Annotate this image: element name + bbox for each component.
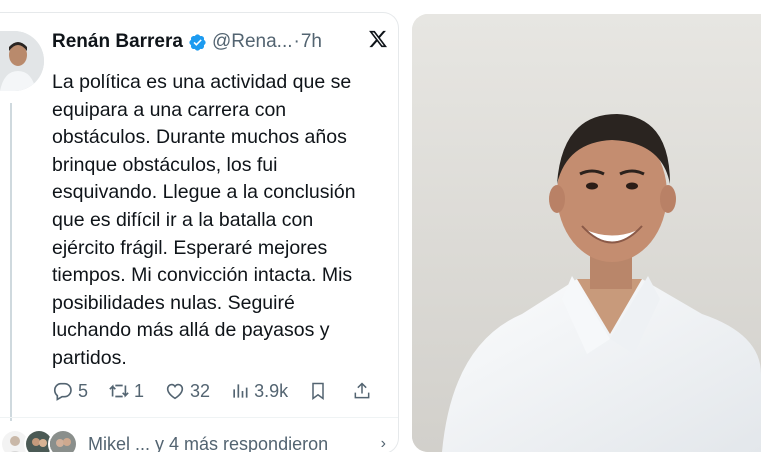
thread-line bbox=[10, 103, 12, 421]
bookmark-icon bbox=[312, 382, 324, 400]
separator-dot: · bbox=[293, 31, 300, 52]
replied-by-text: Mikel ... y 4 más respondieron bbox=[88, 433, 329, 454]
reply-avatar bbox=[48, 429, 78, 453]
like-button[interactable]: 32 bbox=[164, 380, 210, 402]
portrait-illustration bbox=[412, 14, 761, 452]
verified-badge-icon bbox=[189, 33, 206, 51]
bottom-strip bbox=[0, 452, 761, 458]
author-name[interactable]: Renán Barrera bbox=[52, 31, 183, 53]
x-logo-icon bbox=[369, 30, 388, 48]
tweet-card[interactable]: Renán Barrera @Rena... · 7h La política … bbox=[0, 12, 399, 454]
tweet-actions: 5 1 32 3.9k bbox=[52, 379, 392, 403]
tweet-time[interactable]: 7h bbox=[301, 31, 322, 53]
author-handle[interactable]: @Rena... bbox=[212, 31, 293, 53]
repost-button[interactable]: 1 bbox=[108, 380, 144, 402]
chevron-right-icon[interactable]: › bbox=[381, 435, 386, 453]
portrait-photo bbox=[412, 14, 761, 452]
divider bbox=[0, 417, 398, 418]
share-icon bbox=[354, 382, 370, 399]
bookmark-button[interactable] bbox=[308, 381, 332, 401]
like-count: 32 bbox=[190, 380, 211, 401]
reply-icon bbox=[53, 382, 72, 401]
repost-icon bbox=[109, 384, 129, 398]
replied-by-row[interactable]: Mikel ... y 4 más respondieron › bbox=[0, 429, 398, 454]
author-avatar[interactable] bbox=[0, 31, 44, 91]
views-button[interactable]: 3.9k bbox=[230, 381, 288, 402]
views-count: 3.9k bbox=[254, 380, 289, 401]
share-button[interactable] bbox=[352, 381, 376, 401]
reply-button[interactable]: 5 bbox=[52, 380, 88, 402]
repost-count: 1 bbox=[134, 380, 145, 401]
tweet-text: La política es una actividad que se equi… bbox=[52, 71, 356, 369]
reply-count: 5 bbox=[78, 380, 89, 401]
tweet-header: Renán Barrera @Rena... · 7h bbox=[52, 29, 388, 55]
heart-icon bbox=[166, 383, 184, 400]
views-icon bbox=[233, 384, 248, 398]
